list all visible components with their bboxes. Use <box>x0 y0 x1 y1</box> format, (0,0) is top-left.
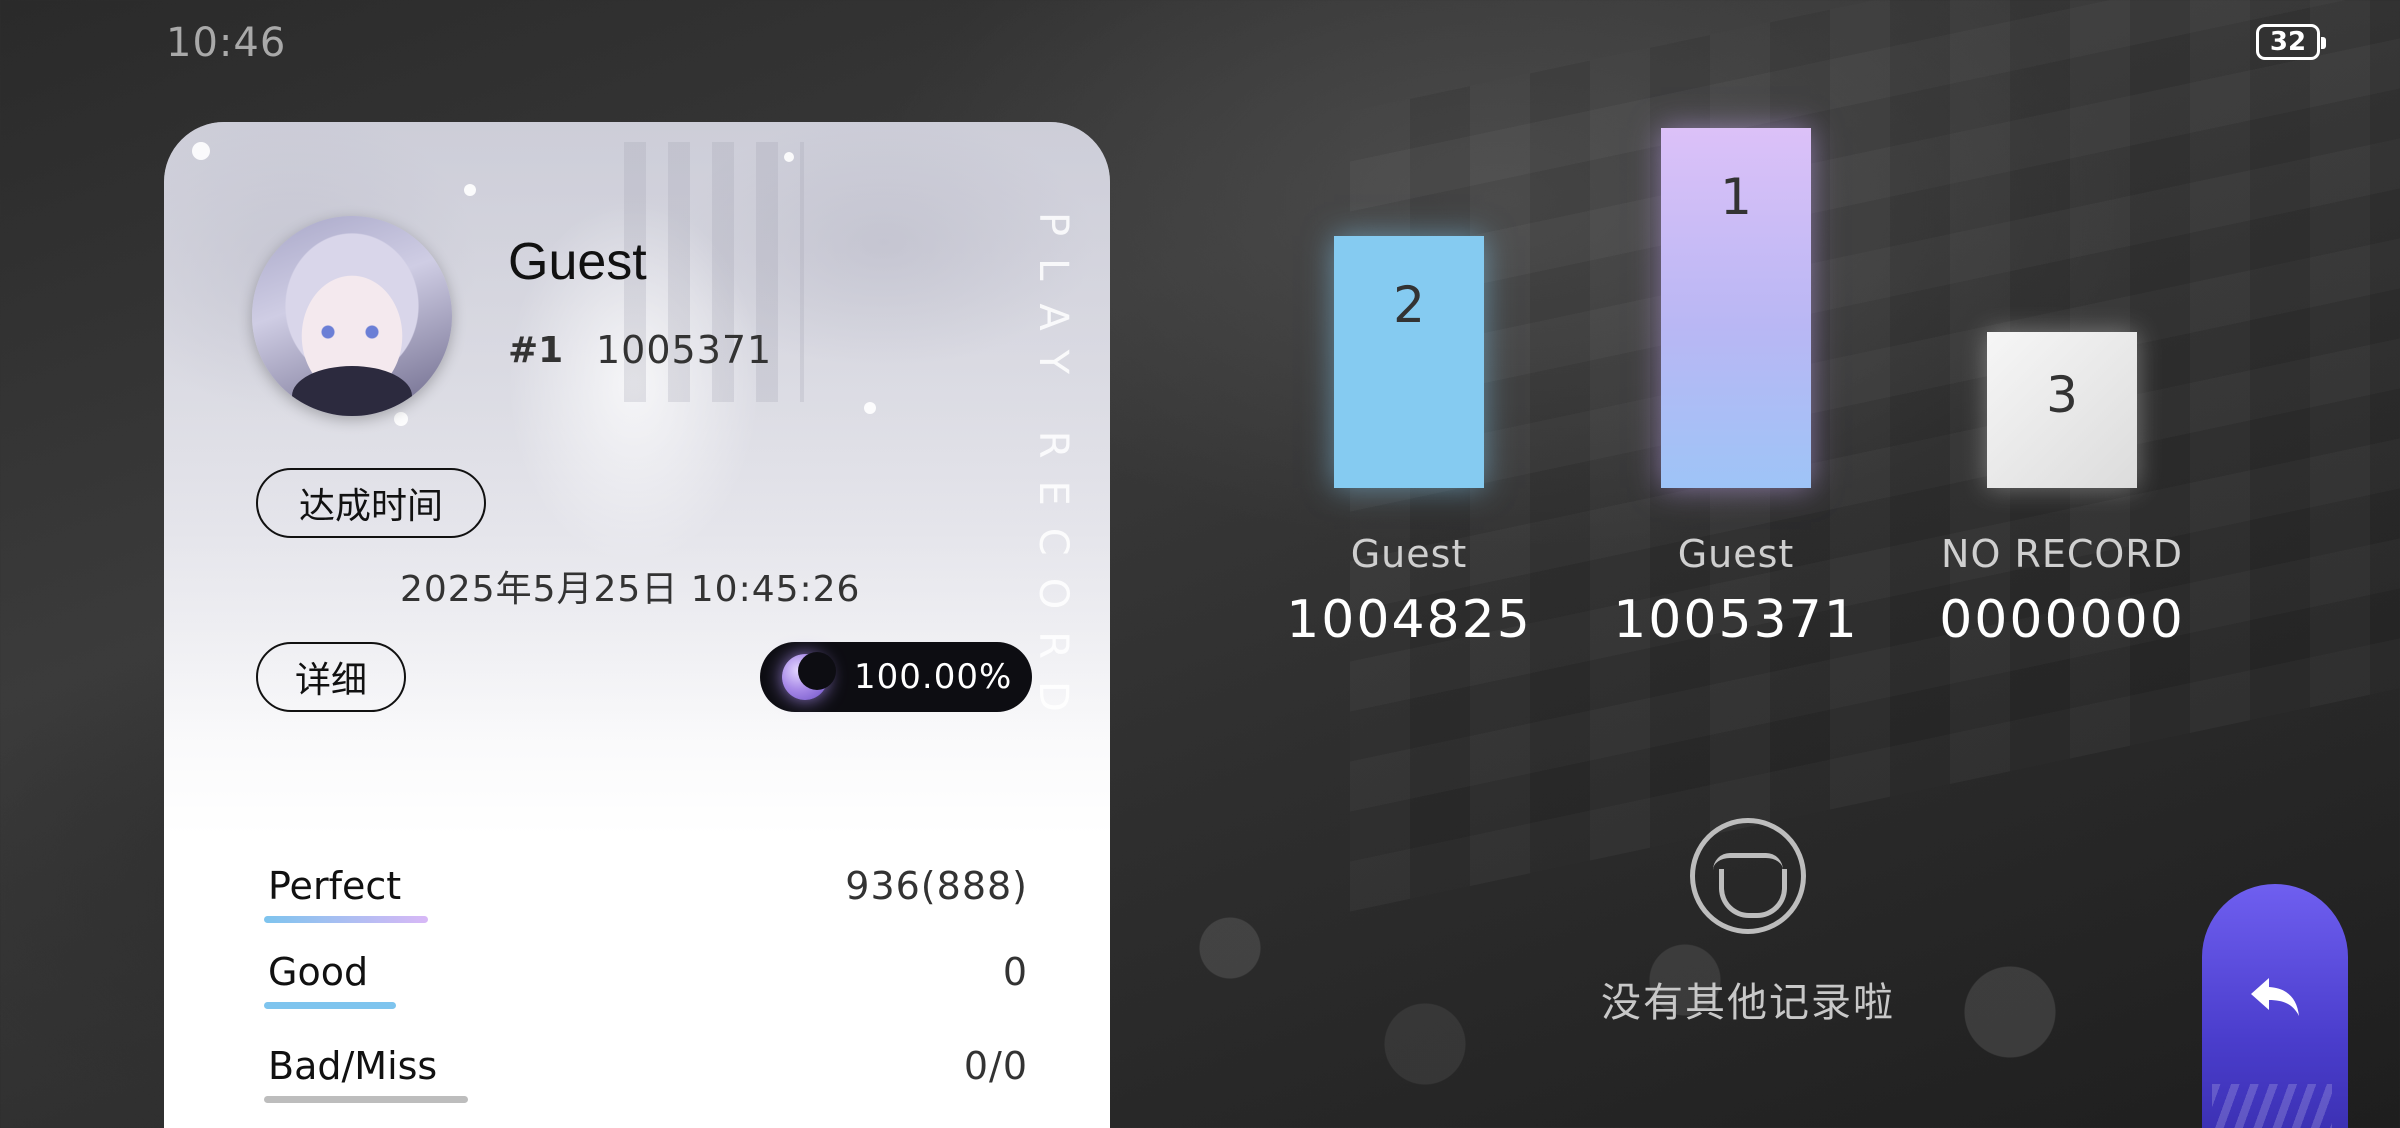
player-score: 1005371 <box>596 328 773 372</box>
accuracy-value: 100.00% <box>854 657 1013 697</box>
sparkle <box>192 142 210 160</box>
achieve-time-label: 达成时间 <box>256 468 486 538</box>
podium-rank-2: 2 <box>1334 236 1484 488</box>
podium-rank-1-number: 1 <box>1720 168 1752 226</box>
leaderboard-name-rank-2: Guest <box>1350 532 1468 576</box>
stat-label-bad-miss: Bad/Miss <box>268 1044 438 1088</box>
achieve-time-value: 2025年5月25日 10:45:26 <box>400 569 861 610</box>
leaderboard-name-rank-3: NO RECORD <box>1941 532 2183 576</box>
stat-value-good: 0 <box>1002 950 1028 994</box>
leaderboard-score-rank-1: 1005371 <box>1613 590 1859 650</box>
good-underline <box>264 1002 396 1009</box>
play-record-card: Guest #1 1005371 PLAY RECORD 达成时间 2025年5… <box>164 122 1110 1128</box>
crying-face-icon <box>1690 818 1806 934</box>
podium-rank-3-number: 3 <box>2046 366 2078 424</box>
leaderboard-score-rank-3: 0000000 <box>1939 590 2185 650</box>
battery-icon: 32 <box>2256 24 2326 60</box>
sparkle <box>864 402 876 414</box>
podium-rank-1: 1 <box>1661 128 1811 488</box>
leaderboard-name-rank-1: Guest <box>1677 532 1795 576</box>
battery-level: 32 <box>2269 27 2307 57</box>
status-time: 10:46 <box>166 20 287 66</box>
stat-label-good: Good <box>268 950 369 994</box>
stat-value-bad-miss: 0/0 <box>963 1044 1028 1088</box>
stat-row-good: Good 0 <box>264 950 1028 1020</box>
bad-miss-underline <box>264 1096 468 1103</box>
background-architecture <box>1350 0 2400 912</box>
stat-label-perfect: Perfect <box>268 864 402 908</box>
stat-row-bad-miss: Bad/Miss 0/0 <box>264 1044 1028 1114</box>
stat-row-perfect: Perfect 936(888) <box>264 864 1028 934</box>
moon-icon <box>782 652 836 700</box>
empty-state-text: 没有其他记录啦 <box>1601 980 1895 1026</box>
podium-rank-2-number: 2 <box>1393 276 1425 334</box>
accuracy-badge: 100.00% <box>760 642 1032 712</box>
leaderboard-score-rank-2: 1004825 <box>1286 590 1532 650</box>
perfect-underline <box>264 916 428 923</box>
detail-button[interactable]: 详细 <box>256 642 406 712</box>
play-record-vertical-title: PLAY RECORD <box>1030 212 1076 732</box>
player-rank: #1 <box>508 330 564 371</box>
sparkle <box>784 152 794 162</box>
sparkle <box>464 184 476 196</box>
back-arrow-icon <box>2243 964 2307 1028</box>
podium-rank-3: 3 <box>1987 332 2137 488</box>
player-avatar[interactable] <box>252 216 452 416</box>
back-button[interactable] <box>2202 884 2348 1128</box>
player-name: Guest <box>508 233 647 291</box>
stat-value-perfect: 936(888) <box>845 864 1028 908</box>
